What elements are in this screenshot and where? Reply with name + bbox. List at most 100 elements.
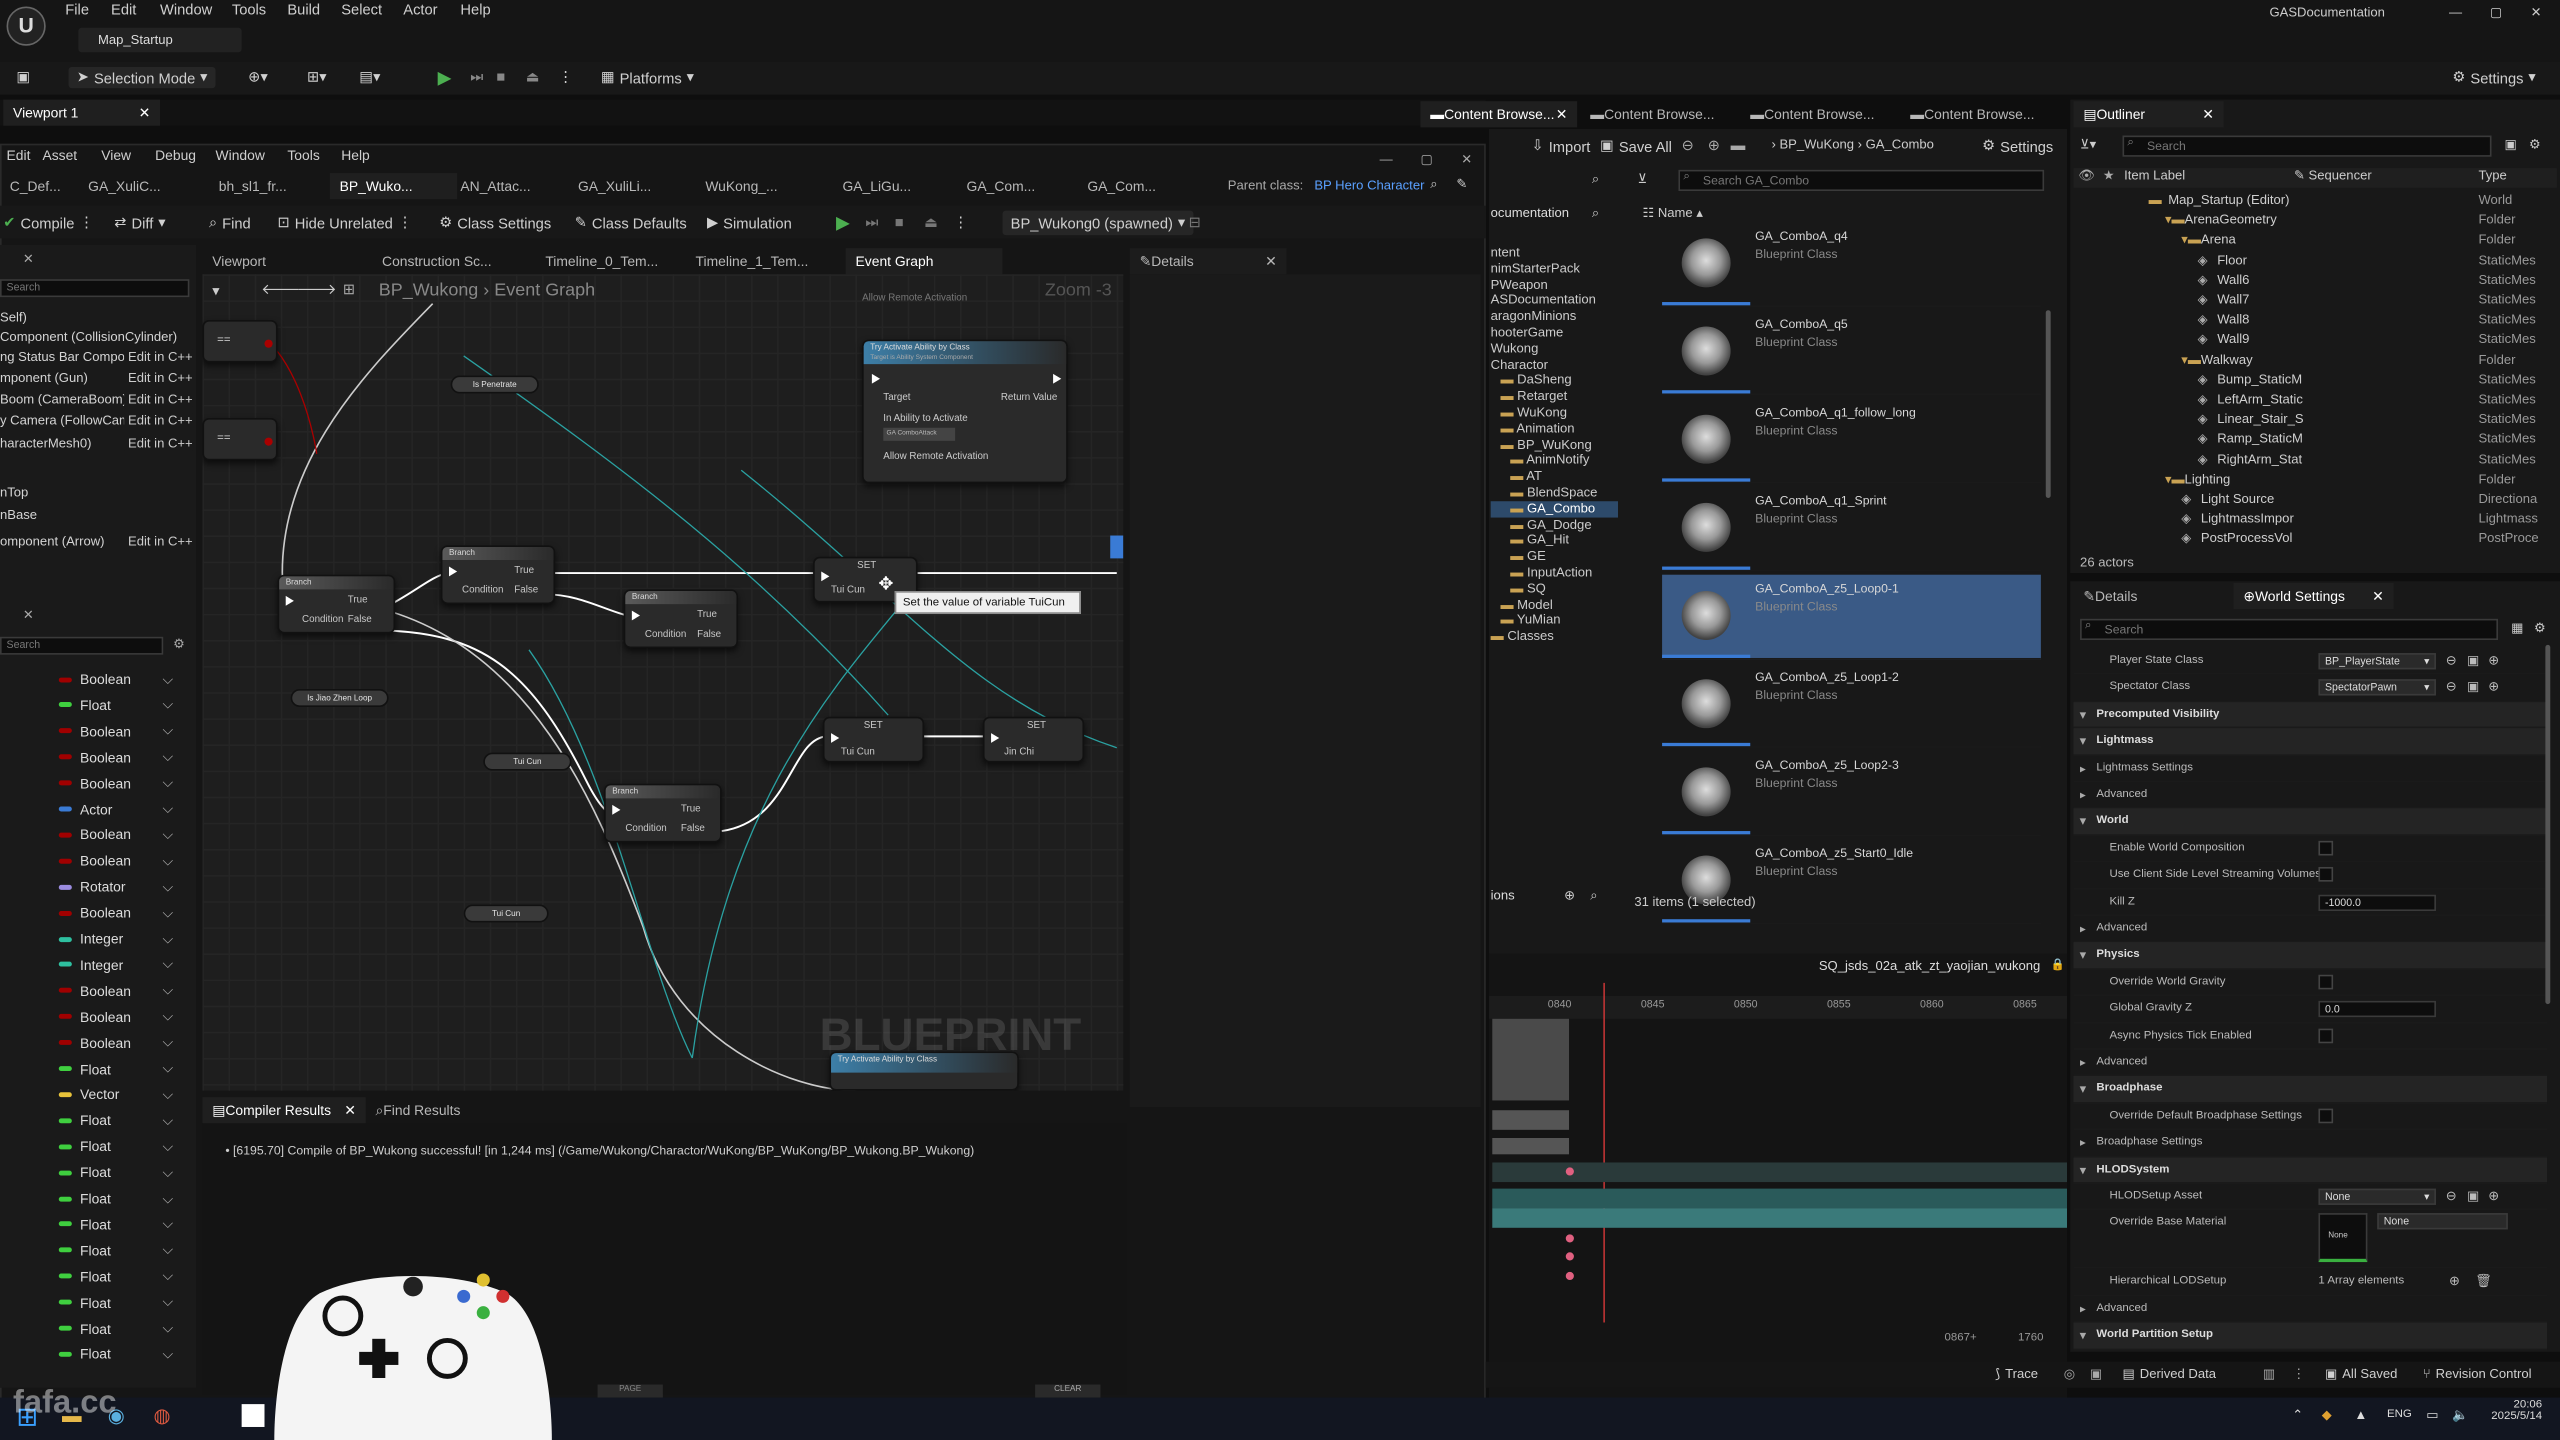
asset-tab[interactable]: GA_LiGu... xyxy=(833,173,954,199)
expand-arrow-icon[interactable]: ▾ xyxy=(2080,708,2086,721)
variable-row[interactable]: Boolean ⌵ xyxy=(0,718,186,744)
expand-arrow-icon[interactable]: ▸ xyxy=(2080,789,2086,801)
folder-tree-item[interactable]: ▬ BlendSpace xyxy=(1491,485,1618,501)
variable-row[interactable]: Boolean ⌵ xyxy=(0,1004,186,1030)
outliner-row[interactable]: ◈ Light Source Directiona xyxy=(2074,491,2547,511)
bp-minimize-button[interactable]: — xyxy=(1380,152,1393,167)
chevron-down-icon[interactable]: ⌵ xyxy=(163,1319,174,1337)
outliner-tab[interactable]: ▤ Outliner ✕ xyxy=(2073,101,2224,128)
use-selected-icon[interactable]: ▣ xyxy=(2467,1189,2479,1204)
property-row[interactable]: ▾ HLODSystem xyxy=(2073,1156,2548,1184)
save-icon[interactable]: ▣ xyxy=(16,69,30,87)
language-indicator[interactable]: ENG xyxy=(2387,1409,2412,1420)
gear-icon[interactable]: ⚙ xyxy=(2529,137,2541,152)
simulation-button[interactable]: ▶ Simulation xyxy=(707,214,792,232)
folder-tree-item[interactable]: nimStarterPack xyxy=(1491,261,1618,277)
exec-in-pin[interactable] xyxy=(612,804,621,815)
folder-tree-item[interactable]: ▬ InputAction xyxy=(1491,565,1618,581)
exec-in-pin[interactable] xyxy=(831,733,840,743)
equal-node[interactable]: == xyxy=(202,417,278,461)
add-element-icon[interactable]: ⊕ xyxy=(2449,1274,2460,1289)
platforms-button[interactable]: ▦ Platforms ▾ xyxy=(601,69,694,87)
lock-icon[interactable]: 🔒 xyxy=(2051,958,2065,971)
expand-arrow-icon[interactable]: ▸ xyxy=(2080,1056,2086,1069)
branch-node[interactable]: Branch True Condition False xyxy=(277,574,396,634)
edit-in-cpp-link[interactable]: Edit in C++ xyxy=(124,391,193,407)
expand-arrow-icon[interactable]: ▸ xyxy=(2080,762,2086,774)
selection-mode-button[interactable]: ➤ Selection Mode ▾ xyxy=(68,66,216,89)
tray-app-icon[interactable]: ◆ xyxy=(2322,1407,2332,1422)
variable-row[interactable]: Vector ⌵ xyxy=(0,1081,186,1107)
asset-item[interactable]: GA_ComboA_z5_Start0_Idle Blueprint Class xyxy=(1662,839,2041,925)
chevron-down-icon[interactable]: ⌵ xyxy=(163,1163,174,1181)
property-row[interactable]: ▾ World Partition Setup xyxy=(2073,1322,2548,1350)
trace-button[interactable]: ⟆ Trace xyxy=(1995,1367,2038,1382)
track-section[interactable] xyxy=(1492,1110,1570,1130)
folder-tree-item[interactable]: ▬ Model xyxy=(1491,597,1618,613)
variable-row[interactable]: Float ⌵ xyxy=(0,1107,186,1133)
asset-tab[interactable]: GA_Com... xyxy=(1078,173,1199,199)
variable-row[interactable]: Float ⌵ xyxy=(0,692,186,718)
maximize-button[interactable]: ▢ xyxy=(2490,5,2502,20)
close-icon[interactable]: ✕ xyxy=(1265,252,1277,270)
property-row[interactable]: ▸ Broadphase Settings xyxy=(2073,1130,2548,1157)
folder-tree-item[interactable]: ▬ GE xyxy=(1491,549,1618,565)
expand-arrow-icon[interactable]: ▾ xyxy=(2080,1329,2086,1342)
set-tuicun-node[interactable]: SET Tui Cun xyxy=(822,716,925,763)
browse-icon[interactable]: ⊖ xyxy=(2446,680,2457,695)
browse-icon[interactable]: ⊟ xyxy=(1189,214,1201,232)
property-row[interactable]: Global Gravity Z 0.0 xyxy=(2073,996,2548,1024)
property-row[interactable]: Spectator Class SpectatorPawn ▾ ⊖ ▣ ⊕ xyxy=(2073,675,2548,702)
asset-tab[interactable]: WuKong_... xyxy=(696,173,817,199)
type-header[interactable]: Type xyxy=(2478,168,2506,183)
component-row[interactable]: Component (CollisionCylinder) xyxy=(0,330,193,348)
exec-in-pin[interactable] xyxy=(448,566,458,577)
chevron-down-icon[interactable]: ⌵ xyxy=(163,982,174,1000)
details-scrollbar[interactable] xyxy=(2545,644,2551,1005)
property-row[interactable]: Player State Class BP_PlayerState ▾ ⊖ ▣ ⊕ xyxy=(2073,648,2548,675)
folder-tree-item[interactable]: ▬ AT xyxy=(1491,469,1618,485)
content-browser-tab[interactable]: ▬ Content Browse... xyxy=(1740,101,1897,127)
search-icon[interactable]: ⌕ xyxy=(1590,888,1597,904)
outliner-row[interactable]: ◈ LeftArm_Static StaticMes xyxy=(2074,392,2547,412)
close-icon[interactable]: ✕ xyxy=(2372,587,2384,605)
details-tab[interactable]: ✎ Details ✕ xyxy=(1129,248,1287,275)
outliner-row[interactable]: ◈ RightArm_Stat StaticMes xyxy=(2074,452,2547,472)
chevron-down-icon[interactable]: ⌵ xyxy=(163,1086,174,1104)
panel-tab[interactable]: Construction Sc... xyxy=(372,248,522,274)
compile-button[interactable]: ✔ Compile ⋮ xyxy=(3,214,94,232)
variable-row[interactable]: Boolean ⌵ xyxy=(0,1030,186,1056)
folder-tree-item[interactable]: ntent xyxy=(1491,245,1618,261)
volume-icon[interactable]: 🔈 xyxy=(2452,1407,2468,1422)
chevron-down-icon[interactable]: ⌵ xyxy=(163,1189,174,1207)
chevron-down-icon[interactable]: ⌵ xyxy=(163,748,174,766)
sequencer-timeline-ruler[interactable]: 0840 0845 0850 0855 0860 0865 xyxy=(1489,995,2067,1019)
filter-icon[interactable]: ⊻▾ xyxy=(2080,137,2096,152)
find-results-tab[interactable]: ⌕ Find Results xyxy=(366,1097,497,1123)
bp-stop-button[interactable]: ■ xyxy=(895,214,904,230)
chevron-down-icon[interactable]: ⌵ xyxy=(163,800,174,818)
gear-icon[interactable]: ⚙ xyxy=(173,637,185,652)
expand-arrow-icon[interactable]: ▾ xyxy=(2080,1163,2086,1176)
close-icon[interactable]: ✕ xyxy=(1556,105,1568,123)
variable-row[interactable]: Float ⌵ xyxy=(0,1133,186,1159)
parent-class-link[interactable]: BP Hero Character xyxy=(1314,178,1424,193)
chevron-down-icon[interactable]: ⌵ xyxy=(163,1293,174,1311)
outliner-row[interactable]: ◈ Floor StaticMes xyxy=(2074,252,2547,272)
content-browser-tab[interactable]: ▬ Content Browse... xyxy=(1580,101,1737,127)
exec-out-pin[interactable] xyxy=(1053,373,1062,384)
settings-button[interactable]: ⚙ Settings ▾ xyxy=(2452,69,2535,87)
all-saved-indicator[interactable]: ▣ All Saved xyxy=(2325,1367,2397,1382)
sequencer-column-header[interactable]: ✎ Sequencer xyxy=(2294,168,2372,183)
step-button[interactable]: ⏭ xyxy=(470,69,483,87)
variable-row[interactable]: Float ⌵ xyxy=(0,1185,186,1211)
cb-settings-button[interactable]: ⚙ Settings xyxy=(1982,137,2053,155)
details-tab[interactable]: ✎ Details xyxy=(2074,583,2218,609)
bool-pin[interactable] xyxy=(264,339,273,348)
chevron-down-icon[interactable]: ⌵ xyxy=(163,956,174,974)
variable-row[interactable]: Boolean ⌵ xyxy=(0,822,186,848)
cinematics-button[interactable]: ▤▾ xyxy=(359,69,380,87)
property-row[interactable]: Hierarchical LODSetup 1 Array elements ⊕ 🗑 xyxy=(2073,1269,2548,1297)
chevron-down-icon[interactable]: ⌵ xyxy=(163,1215,174,1233)
variable-row[interactable]: Boolean ⌵ xyxy=(0,744,186,770)
